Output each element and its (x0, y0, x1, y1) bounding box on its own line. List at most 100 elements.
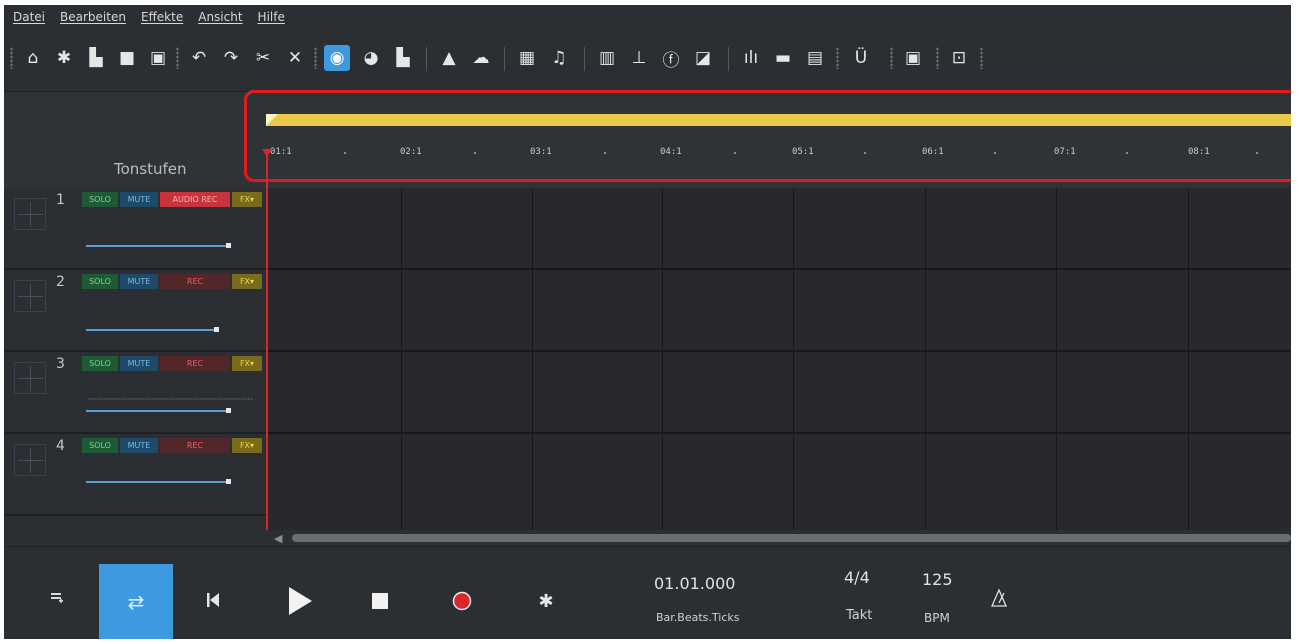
skip-back-icon[interactable] (202, 589, 224, 611)
undo-icon[interactable]: ↶ (186, 45, 212, 71)
transport-settings-icon[interactable]: ✱ (534, 589, 558, 613)
new-file-icon[interactable]: ▙ (83, 45, 109, 71)
add-icon[interactable] (14, 444, 46, 476)
mute-button[interactable]: MUTE (120, 192, 158, 207)
tempo-label: BPM (924, 611, 950, 625)
solo-button[interactable]: SOLO (82, 274, 118, 289)
menu-ansicht[interactable]: Ansicht (198, 10, 242, 24)
record-button[interactable]: REC (160, 438, 230, 453)
record-button[interactable]: AUDIO REC (160, 192, 230, 207)
fx-button[interactable]: FX▾ (232, 356, 262, 371)
cut-icon[interactable]: ✂ (250, 45, 276, 71)
track-4-header: 4 SOLO MUTE REC FX▾ (4, 434, 266, 516)
video-icon[interactable]: ▬ (770, 45, 796, 71)
menu-hilfe[interactable]: Hilfe (258, 10, 285, 24)
open-folder-icon[interactable]: ■ (114, 45, 140, 71)
daw-window: Datei Bearbeiten Effekte Ansicht Hilfe ⌂… (4, 5, 1291, 639)
menubar: Datei Bearbeiten Effekte Ansicht Hilfe (4, 5, 1291, 29)
playhead-line[interactable] (266, 155, 268, 530)
time-signature[interactable]: 4/4 (844, 568, 870, 587)
track-1-header: 1 SOLO MUTE AUDIO REC FX▾ (4, 188, 266, 270)
mastering-icon[interactable]: ◪ (690, 45, 716, 71)
playhead-marker[interactable] (262, 149, 272, 157)
save-icon[interactable]: ▣ (145, 45, 171, 71)
metronome-icon[interactable] (986, 585, 1012, 611)
fx-button[interactable]: FX▾ (232, 192, 262, 207)
split-icon[interactable]: ▤ (802, 45, 828, 71)
toolbar-grip[interactable] (176, 47, 179, 69)
stop-icon[interactable] (368, 589, 392, 613)
toolbar-grip[interactable] (836, 47, 839, 69)
add-track-icon[interactable] (46, 587, 68, 609)
mixer-icon[interactable]: ⊥ (626, 45, 652, 71)
disc-icon[interactable]: ◕ (358, 45, 384, 71)
record-button[interactable]: REC (160, 274, 230, 289)
piano-icon[interactable]: ▥ (594, 45, 620, 71)
volume-slider[interactable] (86, 329, 216, 331)
fx-icon[interactable]: ⓕ (658, 45, 684, 71)
solo-button[interactable]: SOLO (82, 356, 118, 371)
grid-bar-line (925, 188, 926, 530)
volume-slider[interactable] (86, 481, 228, 483)
tempo-display[interactable]: 125 (922, 570, 953, 589)
fx-button[interactable]: FX▾ (232, 438, 262, 453)
equalizer-icon[interactable]: ılı (738, 45, 764, 71)
play-icon[interactable] (284, 585, 316, 617)
arrangement-grid[interactable] (266, 188, 1291, 530)
scroll-left-icon[interactable]: ◀ (274, 532, 282, 545)
volume-slider[interactable] (86, 245, 228, 247)
record-button[interactable]: REC (160, 356, 230, 371)
folder-icon[interactable]: ▙ (390, 45, 416, 71)
menu-bearbeiten[interactable]: Bearbeiten (60, 10, 126, 24)
volume-handle[interactable] (226, 408, 231, 413)
add-icon[interactable] (14, 198, 46, 230)
cloud-upload-icon[interactable]: ☁ (468, 45, 494, 71)
level-meter (88, 398, 253, 400)
note-icon[interactable]: ♫ (546, 45, 572, 71)
position-display[interactable]: 01.01.000 (654, 574, 735, 593)
time-signature-label: Takt (846, 608, 873, 623)
loop-button[interactable]: ⇄ (99, 564, 173, 639)
fullscreen-icon[interactable]: ▣ (900, 45, 926, 71)
solo-button[interactable]: SOLO (82, 438, 118, 453)
minimize-icon[interactable]: ⊡ (946, 45, 972, 71)
add-icon[interactable] (14, 280, 46, 312)
toolbar-grip[interactable] (10, 47, 13, 69)
grid-bar-line (532, 188, 533, 530)
grid-icon[interactable]: ▦ (514, 45, 540, 71)
grid-bar-line (1056, 188, 1057, 530)
volume-slider[interactable] (86, 410, 228, 412)
add-icon[interactable] (14, 362, 46, 394)
gear-icon[interactable]: ✱ (51, 45, 77, 71)
toolbar-grip[interactable] (314, 47, 317, 69)
mute-button[interactable]: MUTE (120, 274, 158, 289)
redo-icon[interactable]: ↷ (218, 45, 244, 71)
toolbar-grip[interactable] (890, 47, 893, 69)
horizontal-scrollbar[interactable]: ◀ (266, 531, 1291, 545)
stereo-icon[interactable]: ◉ (324, 45, 350, 71)
menu-datei[interactable]: Datei (13, 10, 45, 24)
volume-handle[interactable] (226, 243, 231, 248)
toolbar-separator (728, 47, 729, 71)
track-header-area: Tonstufen (4, 92, 266, 188)
menu-effekte[interactable]: Effekte (141, 10, 183, 24)
grid-track-line (266, 350, 1291, 352)
mute-button[interactable]: MUTE (120, 356, 158, 371)
record-icon[interactable] (450, 589, 474, 613)
volume-handle[interactable] (226, 479, 231, 484)
home-icon[interactable]: ⌂ (20, 45, 46, 71)
delete-icon[interactable]: ✕ (282, 45, 308, 71)
toolbar-grip[interactable] (936, 47, 939, 69)
volume-handle[interactable] (214, 327, 219, 332)
grid-bar-line (662, 188, 663, 530)
solo-button[interactable]: SOLO (82, 192, 118, 207)
track-number: 2 (56, 274, 65, 290)
fx-button[interactable]: FX▾ (232, 274, 262, 289)
grid-track-line (266, 432, 1291, 434)
ruler-highlight-frame (244, 90, 1291, 182)
shop-bag-icon[interactable]: ▲ (436, 45, 462, 71)
toolbar-grip[interactable] (980, 47, 983, 69)
mute-button[interactable]: MUTE (120, 438, 158, 453)
voice-icon[interactable]: Ü (848, 45, 874, 71)
scrollbar-thumb[interactable] (292, 534, 1291, 542)
